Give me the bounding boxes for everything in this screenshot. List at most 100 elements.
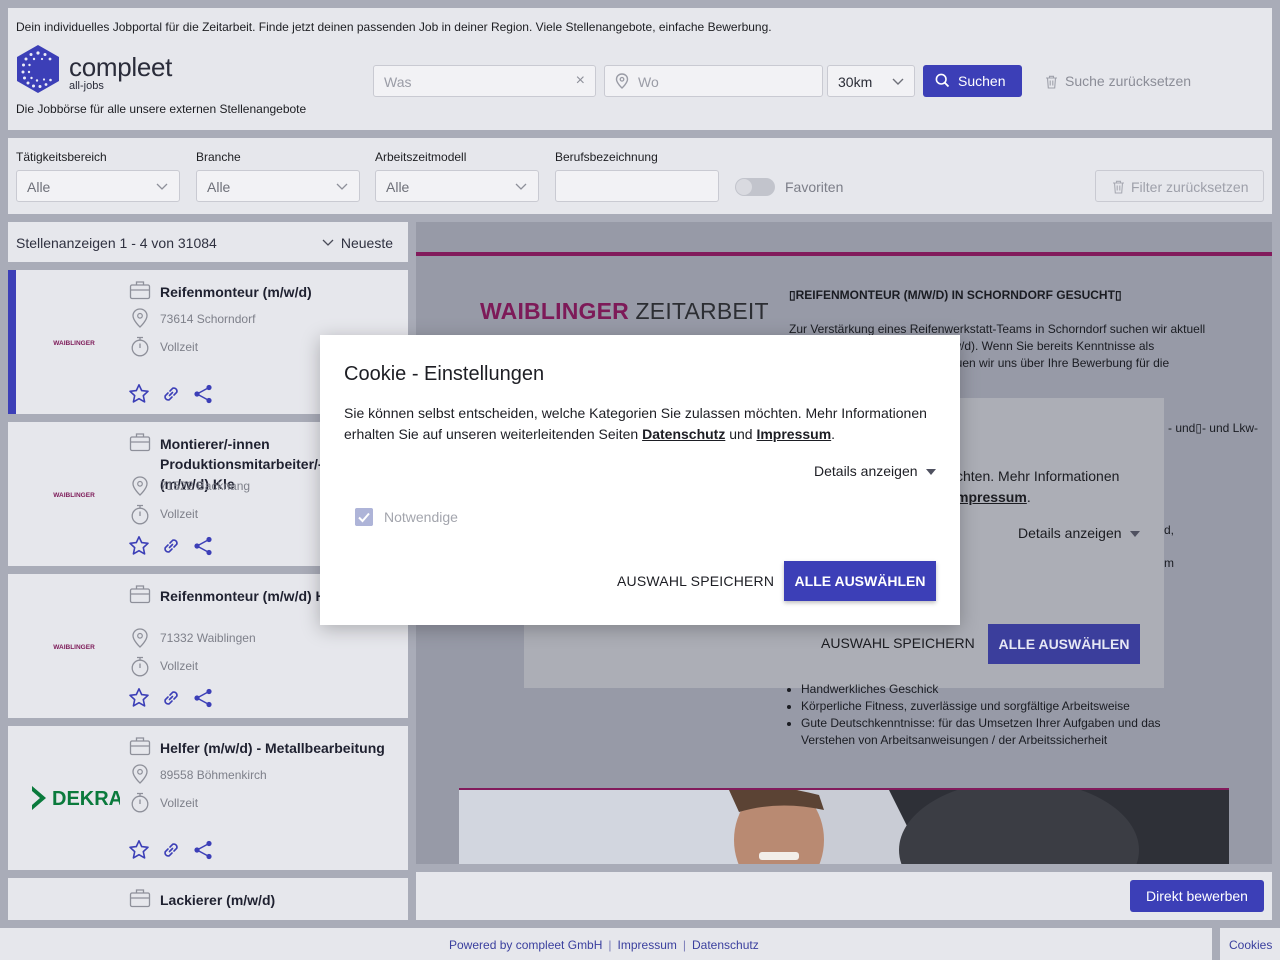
filter-bar: Tätigkeitsbereich Alle Branche Alle Arbe…: [8, 138, 1272, 214]
filter-label: Berufsbezeichnung: [555, 150, 658, 164]
branche-select[interactable]: Alle: [196, 170, 360, 202]
cookies-link[interactable]: Cookies: [1220, 928, 1280, 960]
star-icon[interactable]: [128, 535, 150, 557]
details-toggle[interactable]: Details anzeigen: [814, 463, 936, 479]
separator: |: [608, 938, 612, 952]
search-button-label: Suchen: [958, 73, 1006, 89]
company-logo: WAIBLINGER: [53, 492, 95, 499]
impressum-link[interactable]: Impressum: [618, 938, 677, 952]
datenschutz-link[interactable]: Datenschutz: [692, 938, 759, 952]
caret-down-icon: [1129, 531, 1140, 538]
search-where-placeholder: Wo: [638, 74, 659, 90]
link-icon[interactable]: [160, 535, 182, 557]
filter-branche: Branche Alle: [196, 150, 360, 202]
ad-title: ▯REIFENMONTEUR (M/W/D) IN SCHORNDORF GES…: [789, 288, 1122, 302]
chevron-down-icon: [336, 183, 348, 190]
reset-filter-button[interactable]: Filter zurücksetzen: [1095, 170, 1264, 202]
location-pin-icon: [615, 73, 629, 89]
star-icon[interactable]: [128, 687, 150, 709]
search-where-input[interactable]: Wo: [604, 65, 823, 97]
job-worktime: Vollzeit: [160, 340, 199, 354]
briefcase-icon: [129, 433, 151, 452]
header: Dein individuelles Jobportal für die Zei…: [8, 8, 1272, 130]
job-card[interactable]: Lackierer (m/w/d): [8, 878, 408, 920]
save-selection-button[interactable]: AUSWAHL SPEICHERN: [617, 573, 774, 589]
briefcase-icon: [129, 585, 151, 604]
apply-button[interactable]: Direkt bewerben: [1130, 880, 1264, 912]
share-icon[interactable]: [192, 383, 214, 405]
job-worktime: Vollzeit: [160, 796, 199, 810]
select-value: Alle: [386, 179, 410, 195]
stopwatch-icon: [131, 792, 149, 813]
search-what-placeholder: Was: [384, 74, 412, 90]
job-card[interactable]: DEKRA Helfer (m/w/d) - Metallbearbeitung…: [8, 726, 408, 870]
text-fragment: d,: [1164, 523, 1175, 537]
link-icon[interactable]: [160, 383, 182, 405]
save-selection-button[interactable]: AUSWAHL SPEICHERN: [821, 635, 975, 651]
divider: [416, 252, 1272, 256]
berufsbezeichnung-input[interactable]: [555, 170, 719, 202]
arbeitszeitmodell-select[interactable]: Alle: [375, 170, 539, 202]
stopwatch-icon: [131, 336, 149, 357]
taetigkeitsbereich-select[interactable]: Alle: [16, 170, 180, 202]
apply-bar: Direkt bewerben: [416, 872, 1272, 920]
share-icon[interactable]: [192, 839, 214, 861]
location-pin-icon: [132, 764, 148, 784]
caret-down-icon: [925, 469, 936, 476]
job-photo: [459, 790, 1229, 864]
job-title: Helfer (m/w/d) - Metallbearbeitung: [160, 740, 385, 756]
star-icon[interactable]: [128, 839, 150, 861]
list-item: Körperliche Fitness, zuverlässige und so…: [801, 698, 1209, 715]
link-icon[interactable]: [160, 687, 182, 709]
share-icon[interactable]: [192, 687, 214, 709]
clear-icon[interactable]: ×: [576, 72, 585, 90]
select-all-button[interactable]: ALLE AUSWÄHLEN: [988, 624, 1140, 664]
modal-text: Sie können selbst entscheiden, welche Ka…: [344, 405, 927, 442]
reset-search-label: Suche zurücksetzen: [1065, 73, 1192, 89]
briefcase-icon: [129, 889, 151, 908]
list-item: Handwerkliches Geschick: [801, 681, 1209, 698]
footer: Powered by compleet GmbH | Impressum | Daten…: [0, 928, 1212, 960]
filter-taetigkeitsbereich: Tätigkeitsbereich Alle: [16, 150, 180, 202]
filter-arbeitszeitmodell: Arbeitszeitmodell Alle: [375, 150, 539, 202]
powered-by-link[interactable]: Powered by compleet GmbH: [449, 938, 602, 952]
filter-berufsbezeichnung: Berufsbezeichnung: [555, 150, 719, 202]
details-toggle[interactable]: Details anzeigen: [1018, 525, 1140, 541]
stopwatch-icon: [131, 656, 149, 677]
logo-text: WAIBLINGER: [53, 340, 95, 347]
star-icon[interactable]: [128, 383, 150, 405]
job-location: 71332 Waiblingen: [160, 631, 256, 645]
company-logo: WAIBLINGER: [53, 644, 95, 651]
privacy-link[interactable]: Datenschutz: [642, 426, 725, 442]
select-all-button[interactable]: ALLE AUSWÄHLEN: [784, 561, 936, 601]
reset-search-button[interactable]: Suche zurücksetzen: [1045, 73, 1191, 89]
sort-select[interactable]: Neueste: [322, 235, 393, 251]
compleet-logo-icon[interactable]: [15, 44, 61, 94]
text-fragment: chten. Mehr Informationen: [956, 468, 1120, 484]
results-header: Stellenanzeigen 1 - 4 von 31084 Neueste: [8, 222, 408, 262]
filter-label: Arbeitszeitmodell: [375, 150, 467, 164]
share-icon[interactable]: [192, 535, 214, 557]
radius-select[interactable]: 30km: [827, 65, 915, 97]
job-location: 89558 Böhmenkirch: [160, 768, 267, 782]
search-what-input[interactable]: Was ×: [373, 65, 596, 97]
necessary-checkbox[interactable]: [355, 508, 373, 526]
select-value: Alle: [27, 179, 51, 195]
modal-title: Cookie - Einstellungen: [344, 363, 545, 385]
location-pin-icon: [132, 476, 148, 496]
trash-icon: [1046, 75, 1057, 89]
briefcase-icon: [129, 281, 151, 300]
link-icon[interactable]: [160, 839, 182, 861]
tagline: Dein individuelles Jobportal für die Zei…: [16, 20, 772, 34]
imprint-link[interactable]: Impressum: [756, 426, 831, 442]
results-count: Stellenanzeigen 1 - 4 von 31084: [16, 235, 217, 251]
favorites-toggle[interactable]: [735, 178, 775, 196]
location-pin-icon: [132, 308, 148, 328]
toggle-knob: [736, 179, 752, 195]
filter-label: Branche: [196, 150, 241, 164]
chevron-down-icon: [515, 183, 527, 190]
trash-icon: [1113, 180, 1124, 194]
briefcase-icon: [129, 737, 151, 756]
search-button[interactable]: Suchen: [923, 65, 1022, 97]
reset-filter-label: Filter zurücksetzen: [1131, 179, 1249, 195]
